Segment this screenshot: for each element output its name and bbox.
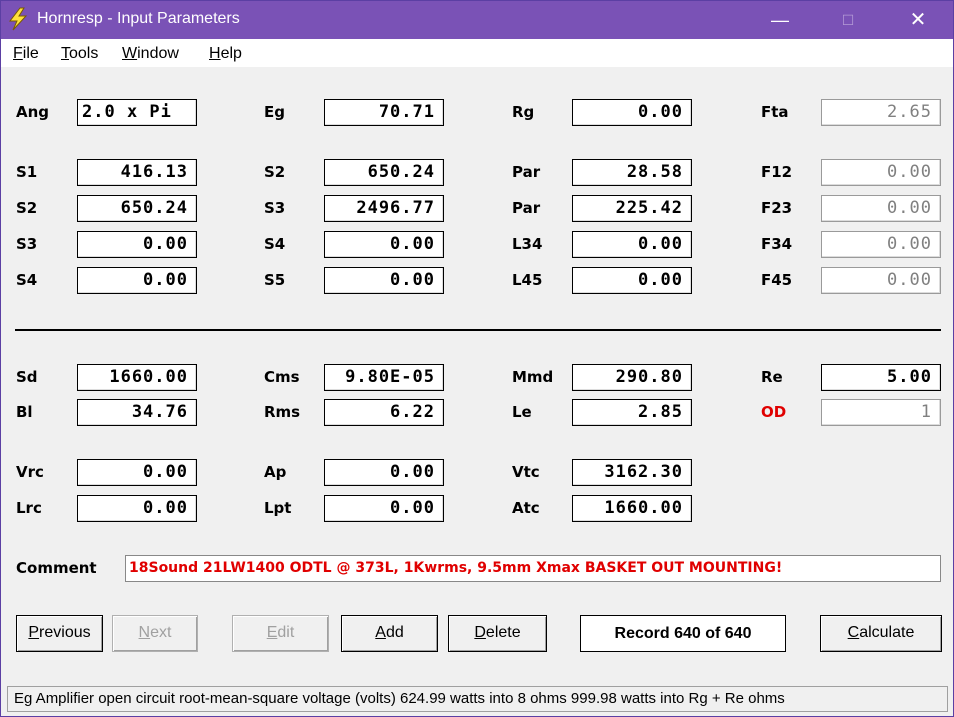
label-par-2: Par (512, 199, 541, 217)
menu-window[interactable]: Window (122, 45, 179, 63)
menu-file[interactable]: File (13, 45, 39, 63)
label-s5: S5 (264, 271, 286, 289)
field-s3-seg3[interactable]: 0.00 (77, 231, 197, 258)
field-lrc[interactable]: 0.00 (77, 495, 197, 522)
field-mmd[interactable]: 290.80 (572, 364, 692, 391)
field-s2-seg2[interactable]: 650.24 (77, 195, 197, 222)
field-s5[interactable]: 0.00 (324, 267, 444, 294)
close-button[interactable]: ✕ (895, 1, 941, 39)
field-rg[interactable]: 0.00 (572, 99, 692, 126)
previous-button[interactable]: Previous (16, 615, 103, 652)
field-f12: 0.00 (821, 159, 941, 186)
label-cms: Cms (264, 368, 300, 386)
label-sd: Sd (16, 368, 38, 386)
label-od[interactable]: OD (761, 403, 786, 421)
delete-button[interactable]: Delete (448, 615, 547, 652)
label-s4: S4 (264, 235, 286, 253)
add-button[interactable]: Add (341, 615, 438, 652)
label-eg: Eg (264, 103, 285, 121)
calculate-button[interactable]: Calculate (820, 615, 942, 652)
label-vrc: Vrc (16, 463, 44, 481)
field-cms[interactable]: 9.80E-05 (324, 364, 444, 391)
minimize-button[interactable]: — (757, 1, 803, 39)
field-le[interactable]: 2.85 (572, 399, 692, 426)
maximize-button[interactable]: ☐ (825, 1, 871, 39)
label-atc: Atc (512, 499, 540, 517)
label-rms: Rms (264, 403, 301, 421)
field-f34: 0.00 (821, 231, 941, 258)
field-atc[interactable]: 1660.00 (572, 495, 692, 522)
field-s4-seg4[interactable]: 0.00 (77, 267, 197, 294)
label-re: Re (761, 368, 783, 386)
label-l45: L45 (512, 271, 543, 289)
field-s1[interactable]: 416.13 (77, 159, 197, 186)
record-indicator: Record 640 of 640 (580, 615, 786, 652)
field-s3[interactable]: 2496.77 (324, 195, 444, 222)
label-ang: Ang (16, 103, 50, 121)
edit-button: Edit (232, 615, 329, 652)
label-s1: S1 (16, 163, 38, 181)
label-fta: Fta (761, 103, 789, 121)
field-od: 1 (821, 399, 941, 426)
label-s2: S2 (264, 163, 286, 181)
field-sd[interactable]: 1660.00 (77, 364, 197, 391)
title-bar[interactable]: Hornresp - Input Parameters — ☐ ✕ (1, 1, 953, 39)
label-par: Par (512, 163, 541, 181)
field-re[interactable]: 5.00 (821, 364, 941, 391)
field-rms[interactable]: 6.22 (324, 399, 444, 426)
lightning-icon (8, 7, 28, 31)
field-f23: 0.00 (821, 195, 941, 222)
label-f34: F34 (761, 235, 793, 253)
label-bl: Bl (16, 403, 33, 421)
menu-help[interactable]: Help (209, 45, 242, 63)
field-bl[interactable]: 34.76 (77, 399, 197, 426)
label-s3-seg3: S3 (16, 235, 38, 253)
label-f12: F12 (761, 163, 793, 181)
comment-field[interactable]: 18Sound 21LW1400 ODTL @ 373L, 1Kwrms, 9.… (125, 555, 941, 582)
field-vtc[interactable]: 3162.30 (572, 459, 692, 486)
field-ang[interactable]: 2.0 x Pi (77, 99, 197, 126)
label-mmd: Mmd (512, 368, 554, 386)
label-rg: Rg (512, 103, 535, 121)
menu-tools[interactable]: Tools (61, 45, 98, 63)
field-l34[interactable]: 0.00 (572, 231, 692, 258)
field-par-2[interactable]: 225.42 (572, 195, 692, 222)
field-lpt[interactable]: 0.00 (324, 495, 444, 522)
field-f45: 0.00 (821, 267, 941, 294)
label-s3: S3 (264, 199, 286, 217)
field-s2[interactable]: 650.24 (324, 159, 444, 186)
field-vrc[interactable]: 0.00 (77, 459, 197, 486)
label-f45: F45 (761, 271, 793, 289)
field-eg[interactable]: 70.71 (324, 99, 444, 126)
status-bar: Eg Amplifier open circuit root-mean-squa… (7, 686, 948, 712)
label-f23: F23 (761, 199, 793, 217)
field-l45[interactable]: 0.00 (572, 267, 692, 294)
field-par-1[interactable]: 28.58 (572, 159, 692, 186)
menu-bar: File Tools Window Help (1, 39, 953, 67)
label-ap: Ap (264, 463, 287, 481)
label-comment: Comment (16, 559, 97, 577)
window-title: Hornresp - Input Parameters (37, 10, 240, 27)
field-s4[interactable]: 0.00 (324, 231, 444, 258)
label-l34: L34 (512, 235, 543, 253)
label-lpt: Lpt (264, 499, 292, 517)
label-le: Le (512, 403, 532, 421)
hornresp-window: Hornresp - Input Parameters — ☐ ✕ File T… (0, 0, 954, 717)
next-button: Next (112, 615, 198, 652)
field-fta: 2.65 (821, 99, 941, 126)
label-s2-seg2: S2 (16, 199, 38, 217)
label-s4-seg4: S4 (16, 271, 38, 289)
label-vtc: Vtc (512, 463, 540, 481)
section-divider (15, 329, 941, 331)
field-ap[interactable]: 0.00 (324, 459, 444, 486)
label-lrc: Lrc (16, 499, 42, 517)
